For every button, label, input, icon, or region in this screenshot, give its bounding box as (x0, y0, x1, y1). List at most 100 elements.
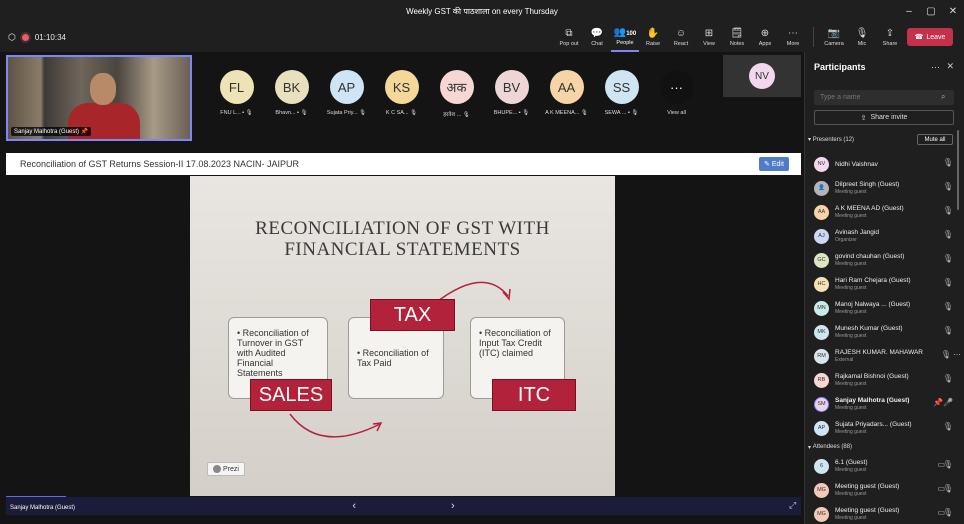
leave-button[interactable]: ☎ Leave (907, 28, 953, 46)
panel-scrollbar[interactable] (957, 130, 959, 210)
participant-tile[interactable]: BV BHUPE... ▪ 🎙 (484, 70, 539, 126)
avatar: MG (814, 482, 829, 498)
participant-tile-name: Sujata Priy... 🎙 (327, 110, 366, 116)
pop-out-button[interactable]: ⧉ Pop out (555, 22, 583, 52)
edit-button[interactable]: ✎ Edit (759, 157, 789, 171)
tile-name-text: Sujata Priy... (326, 110, 358, 116)
previous-slide-icon[interactable]: ‹ (352, 500, 356, 512)
camera-label: Camera (824, 40, 844, 47)
participant-row[interactable]: MG Meeting guest (Guest) Meeting guest ▭ 🎙 (805, 478, 964, 502)
view-label: View (703, 40, 715, 47)
participant-role: Organizer (835, 237, 857, 243)
avatar: BK (274, 70, 309, 104)
presentation-slide[interactable]: RECONCILIATION OF GST WITH FINANCIAL STA… (190, 176, 615, 496)
slide-label-sales: SALES (250, 379, 332, 411)
ellipsis-icon: ··· (659, 70, 694, 104)
participant-tile[interactable]: KS K C SA... 🎙 (374, 70, 429, 126)
participant-row[interactable]: MG Meeting guest (Guest) Meeting guest ▭ 🎙 (805, 502, 964, 524)
avatar: MG (814, 506, 829, 522)
participant-tile[interactable]: अक हरवेश ... 🎙 (429, 70, 484, 126)
apps-button[interactable]: ⊕ Apps (751, 22, 779, 52)
participant-row[interactable]: NV Nidhi Vaishnav 🎙 (805, 152, 964, 176)
mic-off-icon: 🎙 (359, 110, 367, 116)
mic-off-icon: 🎙 (942, 230, 953, 239)
share-button[interactable]: ⇪ Share (876, 22, 904, 52)
participant-row[interactable]: RB Rajkamal Bishnoi (Guest) Meeting guest 🎙 (805, 368, 964, 392)
presenters-list: NV Nidhi Vaishnav 🎙 👤 Dilpreet Singh (Guest… (805, 152, 964, 524)
avatar: अक (439, 70, 474, 104)
leave-label: Leave (926, 33, 946, 41)
participant-row[interactable]: AJ Avinash Jangid Organizer 🎙 (805, 224, 964, 248)
participant-row[interactable]: MN Manoj Nalwaya ... (Guest) Meeting guest… (805, 296, 964, 320)
close-icon[interactable]: ✕ (946, 61, 954, 72)
more-button[interactable]: ⋯ More (779, 22, 807, 52)
participant-row[interactable]: MK Munesh Kumar (Guest) Meeting guest 🎙 (805, 320, 964, 344)
participant-row[interactable]: AP Sujata Priyadars... (Guest) Meeting gue… (805, 416, 964, 440)
smiley-icon: ☺ (675, 27, 687, 39)
participant-tile[interactable]: AA A K MEENA... 🎙 (539, 70, 594, 126)
minimize-icon[interactable]: – (898, 0, 920, 22)
participant-video-tile[interactable]: NV (723, 55, 801, 97)
camera-button[interactable]: 📷 Camera (820, 22, 848, 52)
react-button[interactable]: ☺ React (667, 22, 695, 52)
apps-label: Apps (758, 40, 772, 47)
participant-tile[interactable]: SS SEWA ... ▪ 🎙 (594, 70, 649, 126)
mic-off-icon: 🎙 (942, 206, 953, 215)
attendees-count: Attendees (88) (812, 444, 853, 450)
mic-off-icon: 🎙 (942, 484, 953, 493)
mute-all-button[interactable]: Mute all (917, 134, 953, 145)
raise-hand-button[interactable]: ✋ Raise (639, 22, 667, 52)
close-icon[interactable]: ✕ (942, 0, 964, 22)
avatar: KS (384, 70, 419, 104)
view-all-button[interactable]: ··· View all (649, 70, 704, 126)
participant-tile[interactable]: AP Sujata Priy... 🎙 (319, 70, 374, 126)
mic-button[interactable]: 🎙 Mic (848, 22, 876, 52)
arrow-sales-to-tax (289, 413, 381, 438)
expand-icon[interactable]: ⤢ (789, 500, 796, 511)
mic-off-icon: 🎙 (942, 460, 953, 469)
avatar: 👤 (814, 180, 829, 196)
more-options-icon[interactable]: ⋯ (953, 350, 961, 359)
toolbar-divider (813, 27, 814, 47)
maximize-icon[interactable]: ▢ (920, 0, 942, 22)
shield-icon[interactable]: ⬡ (8, 32, 16, 43)
participant-tile[interactable]: FL FNU L... ▪ 🎙 (209, 70, 264, 126)
mic-off-icon: 🎙 (942, 326, 953, 335)
search-icon: ⌕ (941, 92, 946, 101)
tile-name-text: BHUPE... (493, 110, 518, 116)
participant-search-input[interactable] (814, 90, 954, 105)
mic-off-icon: 🎙 (855, 27, 869, 39)
mic-off-icon: 🎙 (942, 278, 953, 287)
presenter-head (90, 73, 116, 105)
attendees-section-header[interactable]: ▾ Attendees (88) (808, 440, 964, 454)
participant-row[interactable]: 👤 Dilpreet Singh (Guest) Meeting guest 🎙 (805, 176, 964, 200)
mic-off-icon: 🎙 (462, 112, 470, 118)
view-button[interactable]: ⊞ View (695, 22, 723, 52)
react-label: React (673, 40, 689, 47)
participant-row[interactable]: HC Hari Ram Chejara (Guest) Meeting guest 🎙 (805, 272, 964, 296)
participant-row[interactable]: RM RAJESH KUMAR. MAHAWAR External 🎙 ⋯ (805, 344, 964, 368)
people-button[interactable]: 👥100 People (611, 22, 639, 52)
ellipsis-icon: ⋯ (788, 27, 798, 39)
participant-row[interactable]: AA A K MEENA AD (Guest) Meeting guest 🎙 (805, 200, 964, 224)
presenters-section-header[interactable]: ▾ Presenters (12) (808, 136, 854, 143)
participant-tile[interactable]: BK Bhavn... ▪ 🎙 (264, 70, 319, 126)
participant-row[interactable]: SM Sanjay Malhotra (Guest) Meeting guest 📌 🎤 (805, 392, 964, 416)
participant-name: govind chauhan (Guest) (835, 253, 905, 260)
next-slide-icon[interactable]: › (451, 500, 455, 512)
mic-off-icon: 🎙 (942, 254, 953, 263)
participant-role: Meeting guest (835, 515, 867, 521)
phone-hangup-icon: ☎ (914, 34, 924, 41)
prezi-badge[interactable]: Prezi (207, 462, 245, 476)
presenter-video-tile[interactable]: Sanjay Malhotra (Guest) 📌 (6, 55, 192, 141)
shared-content-title-bar: Reconciliation of GST Returns Session-II… (6, 153, 801, 175)
chat-button[interactable]: 💬 Chat (583, 22, 611, 52)
notes-button[interactable]: 🗒 Notes (723, 22, 751, 52)
share-invite-button[interactable]: ⇪ Share invite (814, 110, 954, 125)
mic-off-icon: 🎙 (942, 508, 953, 517)
participant-row[interactable]: 6 6.1 (Guest) Meeting guest ▭ 🎙 (805, 454, 964, 478)
participant-tile-name: SEWA ... ▪ 🎙 (605, 110, 639, 116)
window-title: Weekly GST की पाठशाला on every Thursday (406, 6, 558, 16)
participant-row[interactable]: GC govind chauhan (Guest) Meeting guest 🎙 (805, 248, 964, 272)
panel-more-icon[interactable]: ⋯ (931, 62, 940, 73)
